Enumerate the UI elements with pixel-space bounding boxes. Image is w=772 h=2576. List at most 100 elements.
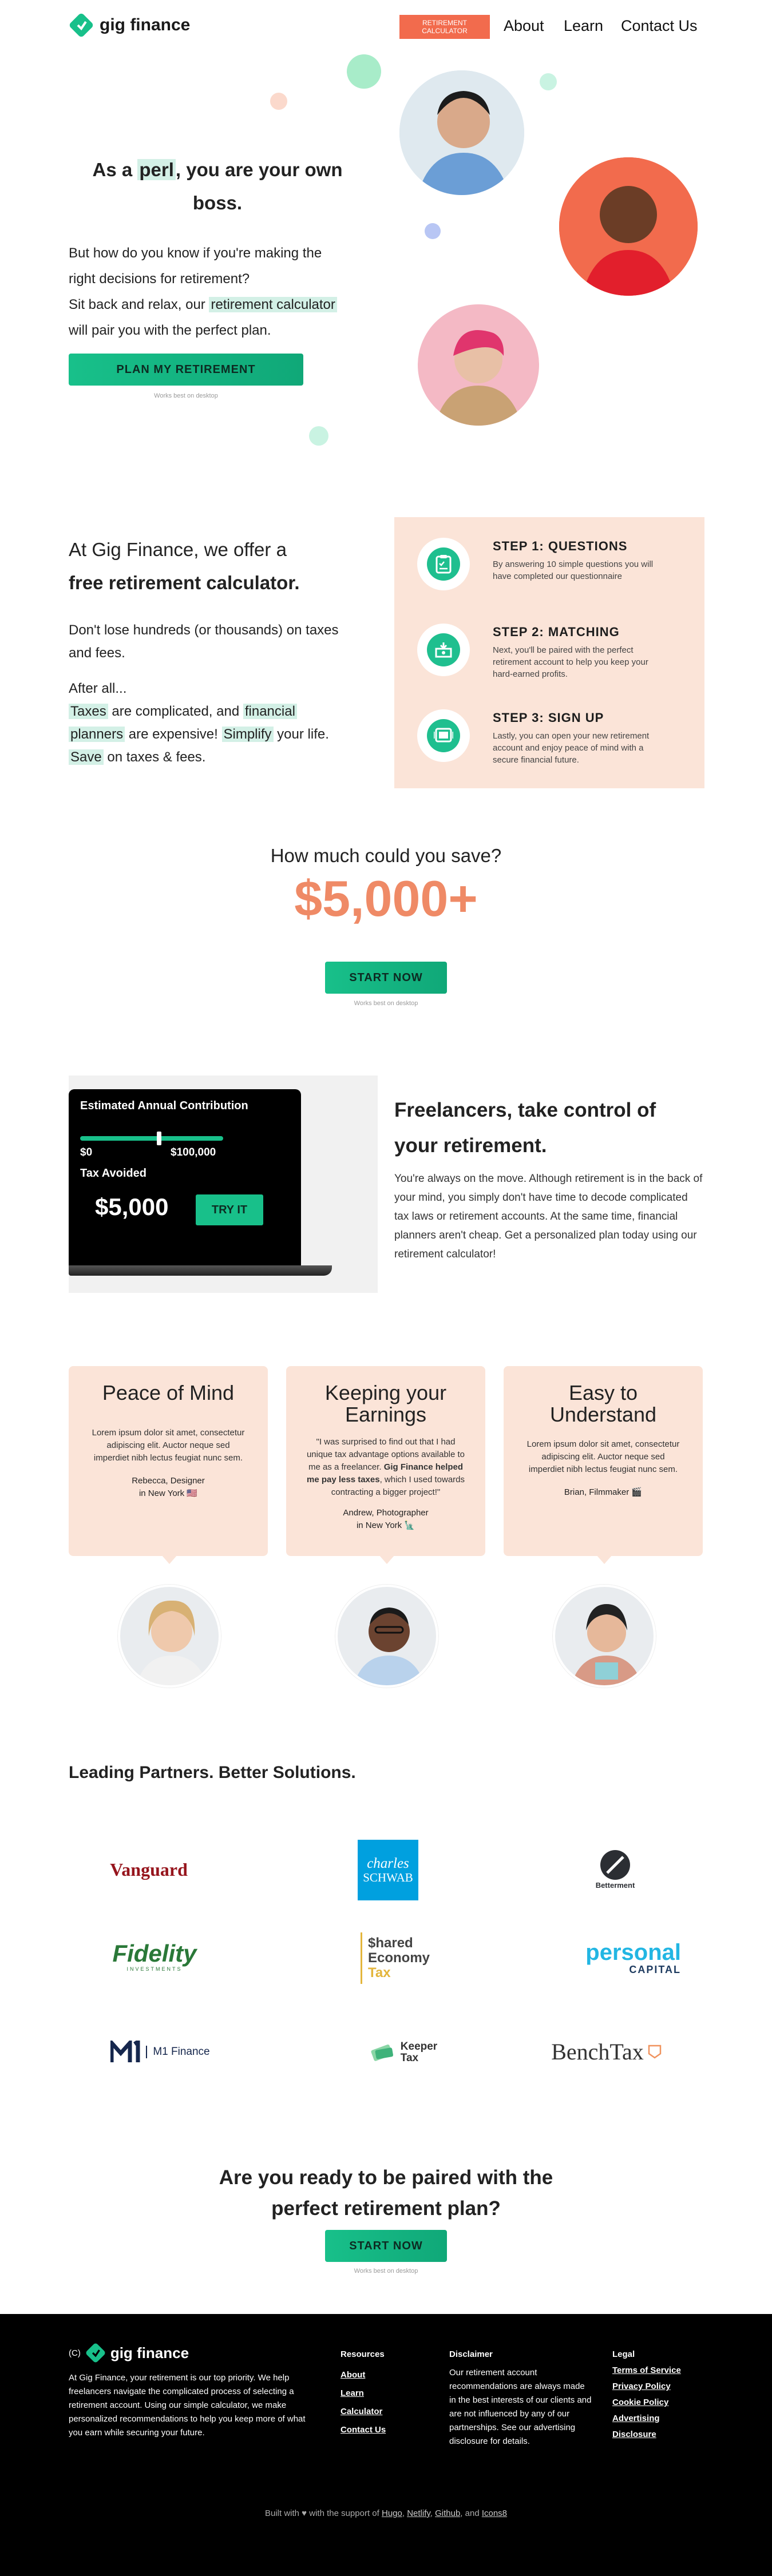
plan-button-label: PLAN MY RETIREMENT (116, 363, 256, 376)
keeper-mark-icon (371, 2044, 393, 2061)
betterment-wordmark: Betterment (595, 1880, 635, 1890)
tablet-icon (427, 719, 460, 752)
footer-disclaimer-text: Our retirement account recommendations a… (449, 2368, 592, 2446)
nav-link-about[interactable]: About (504, 17, 544, 35)
testimonial-quote: Lorem ipsum dolor sit amet, consectetur … (526, 1439, 680, 1474)
plan-my-retirement-button[interactable]: PLAN MY RETIREMENT (69, 354, 303, 386)
footer-resources-heading: Resources (341, 2349, 385, 2359)
step-2-desc: Next, you'll be paired with the perfect … (493, 645, 648, 679)
schwab-word2: SCHWAB (363, 1871, 413, 1884)
desktop-note: Works best on desktop (154, 392, 218, 399)
benchtax-wordmark: BenchTax (551, 2038, 644, 2065)
step-3-icon-wrap (417, 709, 470, 762)
offer-hl-taxes: Taxes (69, 704, 108, 719)
fidelity-wordmark: Fidelity (112, 1940, 197, 1967)
hero-title-post: , you are your own (175, 159, 343, 180)
decor-dot (347, 54, 381, 89)
footer-link-privacy[interactable]: Privacy Policy (612, 2379, 681, 2395)
offer-hl-simplify: Simplify (221, 727, 274, 742)
fidelity-sub: INVESTMENTS (126, 1966, 183, 1972)
footer-disclaimer-heading: Disclaimer (449, 2349, 493, 2359)
nav-cta-label: RETIREMENT CALCULATOR (422, 19, 468, 35)
testimonial-quote: Lorem ipsum dolor sit amet, consectetur … (92, 1428, 245, 1463)
benchtax-badge-icon (648, 2045, 662, 2059)
desktop-note: Works best on desktop (354, 1000, 418, 1007)
hero-portrait-woman-smiling (559, 157, 698, 296)
shared-economy-tax-logo: $hared Economy Tax (361, 1932, 446, 1984)
hero-portrait-woman-pink-hair (418, 304, 539, 426)
footer-built-with: Built with ♥ with the support of Hugo, N… (264, 2508, 508, 2518)
nav-link-contact[interactable]: Contact Us (621, 17, 698, 35)
try-it-label: TRY IT (211, 1203, 248, 1216)
built-link-icons8[interactable]: Icons8 (482, 2508, 507, 2518)
footer-link-learn[interactable]: Learn (341, 2384, 386, 2403)
decor-dot (309, 426, 328, 446)
footer-brand-name: gig finance (110, 2344, 189, 2361)
built-link-netlify[interactable]: Netlify (407, 2508, 430, 2518)
hero-title: As a perl, you are your own boss. (69, 153, 366, 220)
footer-link-calculator[interactable]: Calculator (341, 2403, 386, 2421)
betterment-logo: Betterment (578, 1847, 652, 1892)
brand-logo[interactable]: gig finance (69, 13, 190, 38)
offer-heading: At Gig Finance, we offer a free retireme… (69, 533, 300, 600)
built-and: , and (460, 2508, 482, 2518)
built-link-hugo[interactable]: Hugo (382, 2508, 402, 2518)
footer-brand[interactable]: (C) gig finance (69, 2343, 189, 2363)
footer-link-terms[interactable]: Terms of Service (612, 2363, 681, 2379)
offer-body-line: Don't lose hundreds (or thousands) on ta… (69, 622, 339, 638)
testimonial-author: Rebecca, Designer (132, 1476, 205, 1486)
schwab-logo: charles SCHWAB (358, 1840, 418, 1900)
personal-word: personal (585, 1939, 681, 1965)
hero-body: But how do you know if you're making the… (69, 240, 389, 343)
calculator-preview-panel: Estimated Annual Contribution $0 $100,00… (69, 1075, 378, 1293)
final-cta-heading: Are you ready to be paired with the perf… (0, 2162, 772, 2224)
footer-link-disclosure[interactable]: Disclosure (612, 2427, 681, 2443)
testimonial-location: in New York 🇺🇸 (138, 1489, 198, 1498)
testimonial-card-earnings: Keeping your Earnings "I was surprised t… (286, 1366, 485, 1556)
keeper-word1: Keeper (400, 2041, 438, 2053)
schwab-word1: charles (367, 1856, 409, 1871)
step-1-desc: By answering 10 simple questions you wil… (493, 559, 654, 581)
final-start-now-label: START NOW (349, 2239, 423, 2252)
tax-result: $5,000 (95, 1193, 169, 1220)
savings-question: How much could you save? (270, 845, 502, 866)
avatar-andrew (335, 1585, 438, 1688)
keeper-word2: Tax (400, 2052, 419, 2064)
built-link-github[interactable]: Github (435, 2508, 460, 2518)
testimonial-card-peace: Peace of Mind Lorem ipsum dolor sit amet… (69, 1366, 268, 1556)
footer-link-contact[interactable]: Contact Us (341, 2421, 386, 2439)
built-with-text: Built with ♥ with the support of (264, 2508, 382, 2518)
slider-handle[interactable] (156, 1132, 161, 1145)
m1-wordmark: M1 Finance (146, 2046, 210, 2058)
final-start-now-button[interactable]: START NOW (325, 2230, 447, 2262)
contribution-slider[interactable] (80, 1132, 223, 1145)
start-now-button[interactable]: START NOW (325, 962, 447, 994)
partners-heading: Leading Partners. Better Solutions. (69, 1763, 356, 1782)
try-it-button[interactable]: TRY IT (196, 1194, 263, 1225)
capital-word: CAPITAL (629, 1963, 681, 1975)
benchtax-logo: BenchTax (535, 2034, 678, 2069)
betterment-mark-icon (600, 1849, 630, 1880)
brand-name: gig finance (100, 15, 191, 34)
keeper-tax-logo: Keeper Tax (361, 2037, 446, 2069)
card-pointer (161, 1555, 177, 1564)
footer-link-advertising[interactable]: Advertising (612, 2411, 681, 2427)
nav-link-learn[interactable]: Learn (564, 17, 603, 35)
retirement-calculator-nav-button[interactable]: RETIREMENT CALCULATOR (399, 15, 490, 39)
vanguard-logo: Vanguard (92, 1853, 206, 1886)
start-now-label: START NOW (349, 971, 423, 984)
testimonial-location: in New York 🗽 (356, 1521, 415, 1530)
hero-portrait-man (398, 69, 526, 197)
footer-link-cookie[interactable]: Cookie Policy (612, 2395, 681, 2411)
footer-link-about[interactable]: About (341, 2366, 386, 2384)
step-2-title: STEP 2: MATCHING (493, 625, 620, 639)
freelancers-heading: Freelancers, take control of your retire… (394, 1093, 656, 1164)
step-1-title: STEP 1: QUESTIONS (493, 539, 628, 553)
laptop-screen: Estimated Annual Contribution $0 $100,00… (69, 1089, 301, 1267)
hero-body-line: Sit back and relax, our (69, 297, 209, 312)
vanguard-wordmark: Vanguard (110, 1859, 188, 1880)
footer-disclaimer: Disclaimer Our retirement account recomm… (449, 2349, 592, 2448)
step-3-title: STEP 3: SIGN UP (493, 711, 604, 725)
offer-body-line: and fees. (69, 645, 125, 661)
offer-text: on taxes & fees. (103, 749, 206, 765)
